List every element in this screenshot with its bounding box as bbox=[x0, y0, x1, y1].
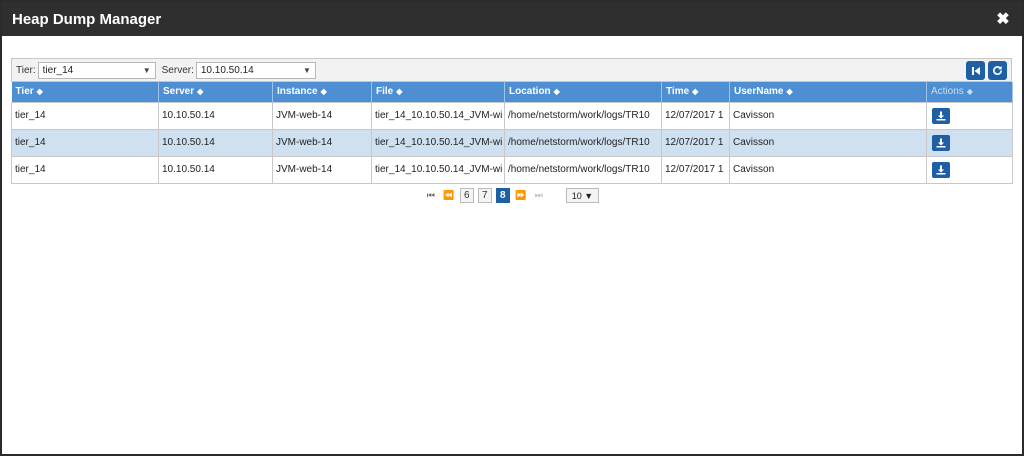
table-header-row: Tier ◆ Server ◆ Instance ◆ File ◆ Location ◆ … bbox=[11, 82, 1013, 102]
cell-username: Cavisson bbox=[729, 155, 927, 184]
sort-icon: ◆ bbox=[786, 87, 793, 97]
cell-location: /home/netstorm/work/logs/TR10 bbox=[504, 155, 662, 184]
sort-icon: ◆ bbox=[36, 87, 43, 97]
cell-time: 12/07/2017 1 bbox=[661, 155, 730, 184]
column-header-server[interactable]: Server ◆ bbox=[158, 82, 273, 102]
sort-icon: ◆ bbox=[553, 87, 560, 97]
dialog-title: Heap Dump Manager bbox=[12, 10, 162, 28]
cell-server: 10.10.50.14 bbox=[158, 155, 273, 184]
cell-location: /home/netstorm/work/logs/TR10 bbox=[504, 128, 662, 157]
cell-server: 10.10.50.14 bbox=[158, 101, 273, 130]
cell-instance: JVM-web-14 bbox=[272, 101, 372, 130]
cell-time: 12/07/2017 1 bbox=[661, 101, 730, 130]
sort-icon: ◆ bbox=[320, 87, 327, 97]
column-header-tier[interactable]: Tier ◆ bbox=[11, 82, 159, 102]
column-header-actions[interactable]: Actions ◆ bbox=[926, 82, 1013, 102]
download-icon[interactable] bbox=[932, 161, 950, 178]
sort-icon: ◆ bbox=[966, 87, 973, 97]
previous-page-icon[interactable]: ⏪ bbox=[442, 190, 456, 201]
cell-username: Cavisson bbox=[729, 101, 927, 130]
table-row[interactable]: tier_14 10.10.50.14 JVM-web-14 tier_14_1… bbox=[11, 101, 1013, 130]
pagination: ⏮ ⏪ 6 7 8 ⏩ ⏭ 10 ▼ bbox=[11, 186, 1012, 206]
column-header-file[interactable]: File ◆ bbox=[371, 82, 505, 102]
sort-icon: ◆ bbox=[692, 87, 699, 97]
heap-dump-dialog: Heap Dump Manager ✖ Tier: tier_14 ▼ Serv… bbox=[0, 0, 1024, 456]
close-icon[interactable]: ✖ bbox=[994, 9, 1012, 29]
download-icon[interactable] bbox=[932, 134, 950, 151]
column-header-username[interactable]: UserName ◆ bbox=[729, 82, 927, 102]
cell-actions bbox=[926, 128, 1013, 157]
cell-instance: JVM-web-14 bbox=[272, 128, 372, 157]
dialog-titlebar: Heap Dump Manager ✖ bbox=[2, 2, 1022, 36]
cell-actions bbox=[926, 155, 1013, 184]
tier-label: Tier: bbox=[16, 64, 36, 76]
table-row[interactable]: tier_14 10.10.50.14 JVM-web-14 tier_14_1… bbox=[11, 128, 1013, 157]
download-icon[interactable] bbox=[932, 107, 950, 124]
table-row[interactable]: tier_14 10.10.50.14 JVM-web-14 tier_14_1… bbox=[11, 155, 1013, 184]
page-button-8[interactable]: 8 bbox=[495, 188, 510, 203]
cell-tier: tier_14 bbox=[11, 155, 159, 184]
heap-dump-table: Tier ◆ Server ◆ Instance ◆ File ◆ Location ◆ … bbox=[11, 82, 1013, 184]
chevron-down-icon: ▼ bbox=[142, 65, 151, 75]
cell-location: /home/netstorm/work/logs/TR10 bbox=[504, 101, 662, 130]
server-select[interactable]: 10.10.50.14 ▼ bbox=[195, 61, 316, 79]
cell-file: tier_14_10.10.50.14_JVM-wi bbox=[371, 128, 505, 157]
refresh-icon[interactable] bbox=[988, 61, 1007, 80]
sort-icon: ◆ bbox=[396, 87, 403, 97]
skip-first-icon[interactable] bbox=[966, 61, 985, 80]
tier-select[interactable]: tier_14 ▼ bbox=[37, 61, 156, 79]
page-button-7[interactable]: 7 bbox=[477, 188, 492, 203]
cell-actions bbox=[926, 101, 1013, 130]
cell-username: Cavisson bbox=[729, 128, 927, 157]
page-size-select[interactable]: 10 ▼ bbox=[565, 188, 600, 203]
filter-toolbar: Tier: tier_14 ▼ Server: 10.10.50.14 ▼ bbox=[11, 58, 1012, 82]
toolbar-actions bbox=[966, 61, 1007, 80]
column-header-instance[interactable]: Instance ◆ bbox=[272, 82, 372, 102]
dialog-content: Tier: tier_14 ▼ Server: 10.10.50.14 ▼ Ti… bbox=[11, 58, 1013, 206]
tier-select-value: tier_14 bbox=[42, 64, 74, 76]
cell-tier: tier_14 bbox=[11, 101, 159, 130]
cell-instance: JVM-web-14 bbox=[272, 155, 372, 184]
cell-time: 12/07/2017 1 bbox=[661, 128, 730, 157]
server-select-value: 10.10.50.14 bbox=[200, 64, 254, 76]
cell-file: tier_14_10.10.50.14_JVM-wi bbox=[371, 155, 505, 184]
column-header-location[interactable]: Location ◆ bbox=[504, 82, 662, 102]
column-header-time[interactable]: Time ◆ bbox=[661, 82, 730, 102]
first-page-icon[interactable]: ⏮ bbox=[424, 190, 438, 201]
server-label: Server: bbox=[161, 64, 194, 76]
cell-file: tier_14_10.10.50.14_JVM-wi bbox=[371, 101, 505, 130]
cell-server: 10.10.50.14 bbox=[158, 128, 273, 157]
last-page-icon[interactable]: ⏭ bbox=[532, 190, 546, 201]
sort-icon: ◆ bbox=[197, 87, 204, 97]
page-button-6[interactable]: 6 bbox=[459, 188, 474, 203]
next-page-icon[interactable]: ⏩ bbox=[514, 190, 528, 201]
chevron-down-icon: ▼ bbox=[302, 65, 311, 75]
cell-tier: tier_14 bbox=[11, 128, 159, 157]
